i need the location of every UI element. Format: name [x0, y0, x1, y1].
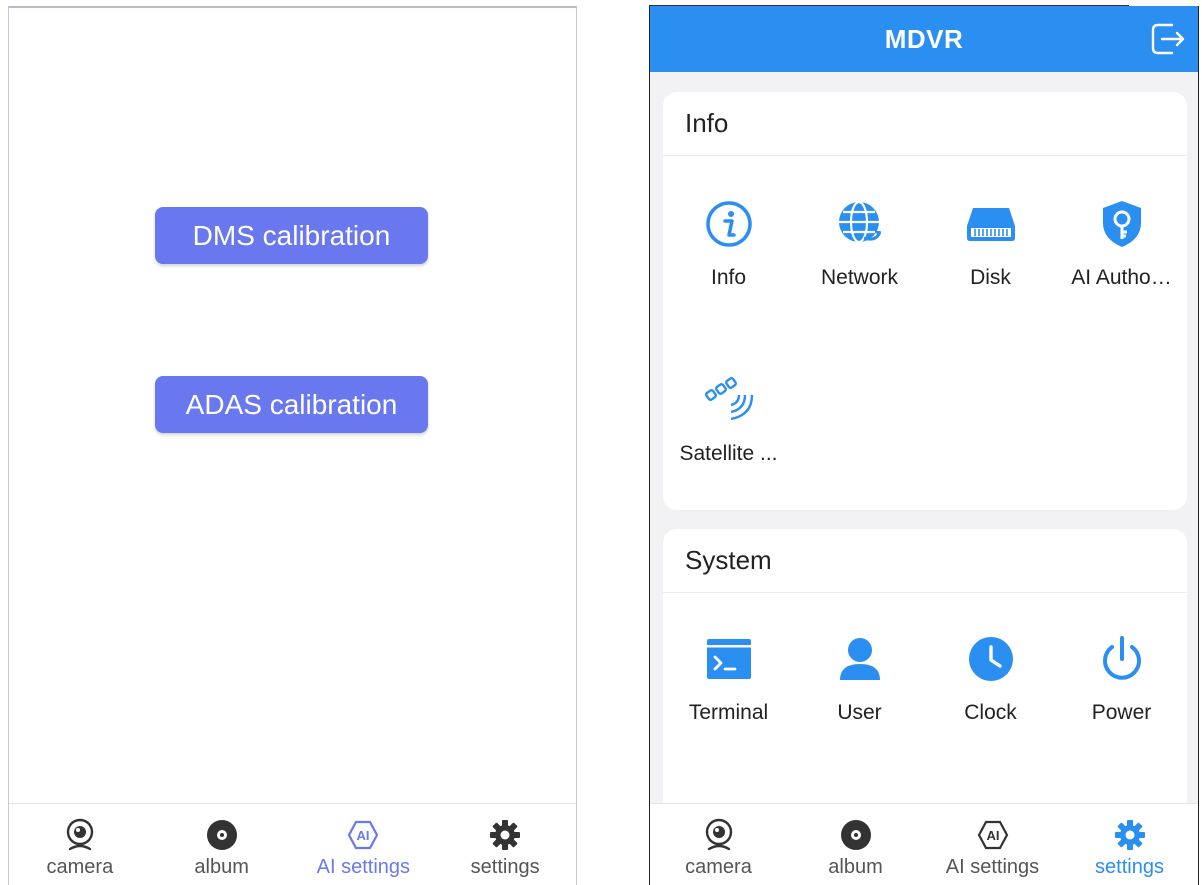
terminal-item[interactable]: Terminal: [663, 631, 794, 725]
bottom-tab-bar: camera album AI AI settings settings: [9, 803, 576, 885]
clock-item[interactable]: Clock: [925, 631, 1056, 725]
section-heading: Info: [663, 92, 1187, 156]
item-label: Clock: [964, 701, 1017, 724]
settings-screen: MDVR Info Info Network Disk AI Autho… Sa…: [649, 6, 1199, 885]
ai-icon: AI: [976, 818, 1010, 852]
tab-album[interactable]: album: [151, 804, 293, 885]
tab-camera[interactable]: camera: [9, 804, 151, 885]
shield-key-icon: [1094, 196, 1150, 252]
ai-settings-screen: DMS calibration ADAS calibration camera: [8, 6, 577, 885]
tab-settings[interactable]: settings: [1061, 804, 1198, 885]
clock-icon: [963, 631, 1019, 687]
tab-label: settings: [1095, 856, 1164, 878]
adas-calibration-button[interactable]: ADAS calibration: [155, 376, 428, 433]
screenshot-stage: DMS calibration ADAS calibration camera: [0, 0, 1202, 885]
power-icon: [1094, 631, 1150, 687]
item-label: Terminal: [688, 701, 769, 724]
power-item[interactable]: Power: [1056, 631, 1187, 725]
disk-icon: [963, 196, 1019, 252]
user-icon: [832, 631, 888, 687]
info-item[interactable]: Info: [663, 196, 794, 290]
terminal-icon: [701, 631, 757, 687]
logout-icon[interactable]: [1148, 19, 1188, 59]
satellite-item[interactable]: Satellite ...: [663, 372, 794, 466]
info-section-card: Info Info Network Disk AI Autho… Satelli…: [663, 92, 1187, 510]
tab-label: settings: [470, 856, 540, 878]
camera-icon: [63, 818, 97, 852]
user-item[interactable]: User: [794, 631, 925, 725]
app-title: MDVR: [884, 23, 964, 54]
tab-ai-settings[interactable]: AI AI settings: [924, 804, 1061, 885]
section-heading: System: [663, 529, 1187, 593]
item-label: Info: [710, 266, 747, 289]
item-label: Power: [1091, 701, 1152, 724]
tab-camera[interactable]: camera: [650, 804, 787, 885]
network-item[interactable]: Network: [794, 196, 925, 290]
tab-album[interactable]: album: [787, 804, 924, 885]
album-icon: [839, 818, 873, 852]
item-label: User: [837, 701, 882, 724]
ai-icon: AI: [346, 818, 380, 852]
gear-icon: [488, 818, 522, 852]
item-label: Disk: [970, 266, 1011, 289]
satellite-icon: [701, 372, 757, 428]
item-label: Satellite ...: [679, 442, 778, 465]
info-icon: [701, 196, 757, 252]
tab-ai-settings[interactable]: AI AI settings: [293, 804, 435, 885]
ai-authorization-item[interactable]: AI Autho…: [1056, 196, 1187, 290]
album-icon: [205, 818, 239, 852]
tab-label: camera: [685, 856, 752, 878]
bottom-tab-bar: camera album AI AI settings settings: [650, 803, 1198, 885]
tab-label: AI settings: [316, 856, 411, 878]
app-bar: MDVR: [650, 6, 1198, 72]
tab-label: camera: [46, 856, 114, 878]
gear-icon: [1113, 818, 1147, 852]
tab-label: AI settings: [945, 856, 1040, 878]
network-icon: [832, 196, 888, 252]
tab-settings[interactable]: settings: [434, 804, 576, 885]
tab-label: album: [194, 856, 249, 878]
tab-label: album: [828, 856, 883, 878]
item-label: Network: [820, 266, 899, 289]
svg-text:AI: AI: [986, 828, 999, 843]
disk-item[interactable]: Disk: [925, 196, 1056, 290]
camera-icon: [702, 818, 736, 852]
svg-text:AI: AI: [357, 828, 370, 843]
item-label: AI Autho…: [1071, 266, 1172, 289]
dms-calibration-button[interactable]: DMS calibration: [155, 207, 428, 264]
